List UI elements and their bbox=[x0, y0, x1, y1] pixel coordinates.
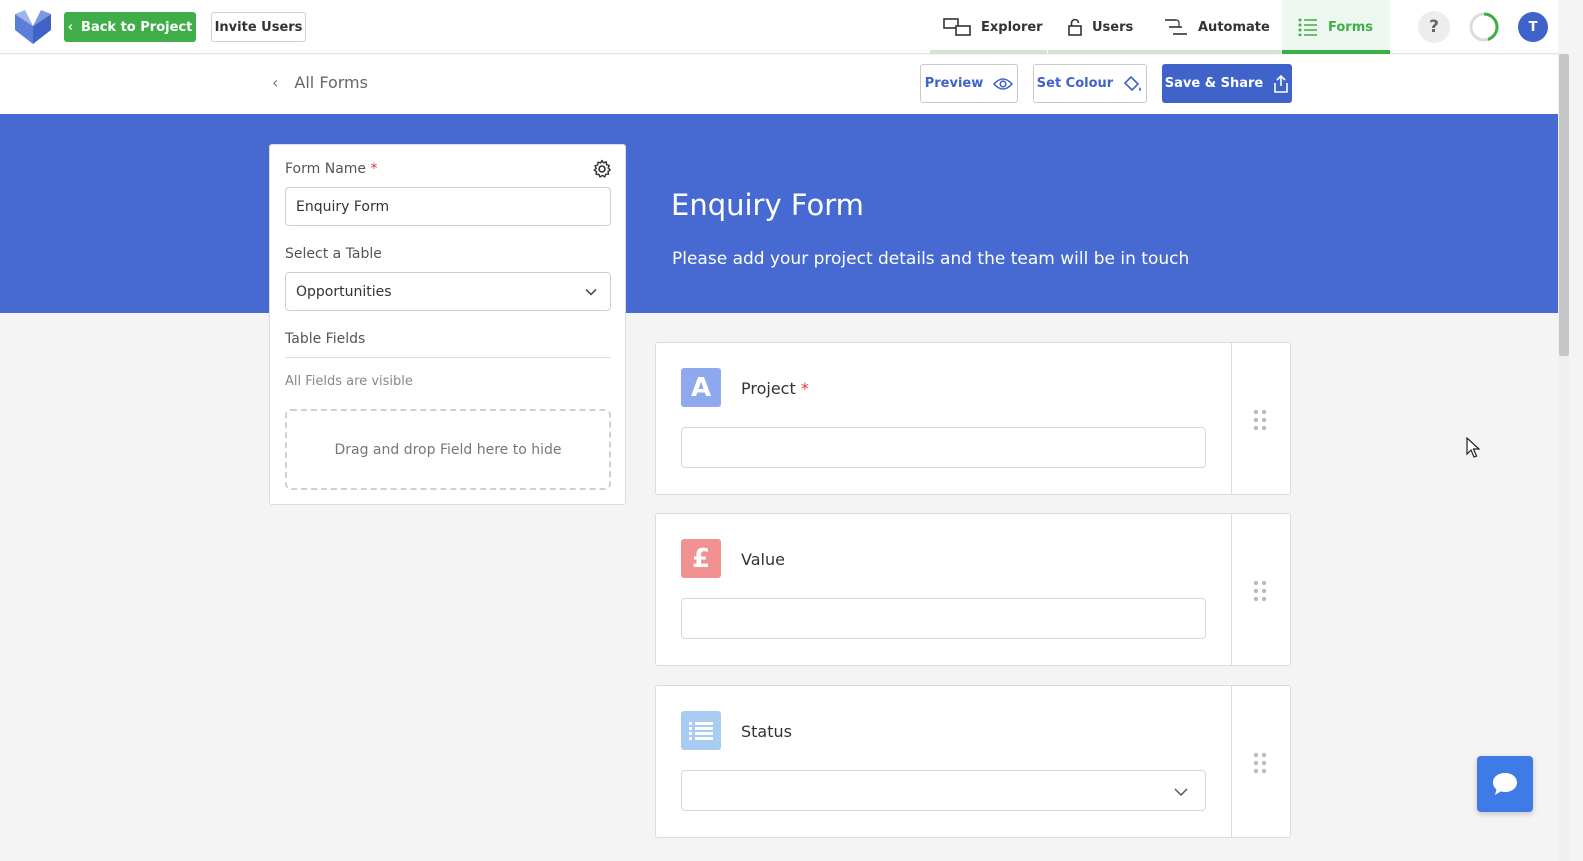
lock-icon bbox=[1068, 18, 1082, 36]
mouse-cursor-icon bbox=[1466, 437, 1480, 458]
paint-bucket-icon bbox=[1124, 75, 1142, 91]
tab-forms-underline bbox=[1282, 50, 1390, 54]
field-card-value[interactable]: £ Value bbox=[655, 513, 1291, 666]
save-share-button[interactable]: Save & Share bbox=[1162, 64, 1292, 103]
form-name-label-text: Form Name bbox=[285, 161, 367, 177]
hide-field-dropzone[interactable]: Drag and drop Field here to hide bbox=[285, 409, 611, 490]
status-select[interactable] bbox=[681, 770, 1206, 811]
chat-bubble-icon bbox=[1493, 773, 1517, 795]
field-card-status[interactable]: Status bbox=[655, 685, 1291, 838]
forms-icon bbox=[1298, 18, 1317, 36]
chat-widget-button[interactable] bbox=[1477, 756, 1533, 812]
field-card-project[interactable]: A Project * bbox=[655, 342, 1291, 495]
tab-automate[interactable]: Automate bbox=[1148, 0, 1281, 54]
explorer-icon bbox=[943, 18, 971, 36]
form-header-banner: Enquiry Form Please add your project det… bbox=[0, 114, 1558, 313]
table-select[interactable]: Opportunities bbox=[285, 272, 611, 311]
progress-ring-icon[interactable] bbox=[1468, 11, 1500, 43]
tab-explorer-underline bbox=[930, 50, 1047, 54]
tab-automate-label: Automate bbox=[1198, 19, 1270, 35]
table-fields-label: Table Fields bbox=[285, 331, 366, 347]
gear-icon[interactable] bbox=[592, 159, 612, 179]
help-button[interactable]: ? bbox=[1418, 11, 1450, 43]
select-table-label: Select a Table bbox=[285, 246, 382, 262]
form-name-input[interactable]: Enquiry Form bbox=[285, 187, 611, 226]
form-description[interactable]: Please add your project details and the … bbox=[672, 249, 1189, 269]
tab-automate-underline bbox=[1148, 50, 1281, 54]
card-divider bbox=[1231, 343, 1232, 494]
field-label-value: Value bbox=[741, 550, 785, 569]
automate-icon bbox=[1165, 19, 1187, 35]
table-select-value: Opportunities bbox=[296, 283, 392, 300]
back-to-project-button[interactable]: ‹ Back to Project bbox=[64, 12, 196, 42]
tab-explorer-label: Explorer bbox=[981, 19, 1043, 35]
chevron-left-icon: ‹ bbox=[67, 19, 74, 35]
app-logo[interactable] bbox=[15, 10, 51, 44]
fields-visible-note: All Fields are visible bbox=[285, 374, 413, 389]
field-label-value-text: Value bbox=[741, 550, 785, 569]
set-colour-label: Set Colour bbox=[1036, 76, 1114, 91]
field-label-status: Status bbox=[741, 722, 792, 741]
form-title[interactable]: Enquiry Form bbox=[671, 188, 864, 222]
tab-forms-label: Forms bbox=[1328, 19, 1373, 35]
page-scrollbar-thumb[interactable] bbox=[1559, 54, 1569, 356]
required-mark: * bbox=[800, 379, 809, 398]
share-icon bbox=[1274, 74, 1289, 93]
text-field-icon: A bbox=[681, 368, 721, 407]
field-label-status-text: Status bbox=[741, 722, 792, 741]
form-name-label: Form Name * bbox=[285, 161, 377, 177]
tab-users-underline bbox=[1048, 50, 1148, 54]
preview-label: Preview bbox=[924, 76, 984, 91]
tab-users[interactable]: Users bbox=[1048, 0, 1148, 54]
all-forms-label: All Forms bbox=[294, 73, 368, 92]
tab-explorer[interactable]: Explorer bbox=[930, 0, 1047, 54]
card-divider bbox=[1231, 686, 1232, 837]
field-label-project-text: Project bbox=[741, 379, 796, 398]
all-forms-link[interactable]: ‹ All Forms bbox=[272, 73, 368, 92]
top-navbar: ‹ Back to Project Invite Users Explorer … bbox=[0, 0, 1558, 54]
value-input[interactable] bbox=[681, 598, 1206, 639]
panel-divider bbox=[285, 357, 611, 358]
invite-users-button[interactable]: Invite Users bbox=[211, 12, 306, 42]
chevron-left-icon: ‹ bbox=[272, 73, 279, 92]
save-share-label: Save & Share bbox=[1164, 76, 1264, 91]
list-field-icon bbox=[681, 711, 721, 750]
card-divider bbox=[1231, 514, 1232, 665]
set-colour-button[interactable]: Set Colour bbox=[1033, 64, 1147, 103]
field-label-project: Project * bbox=[741, 379, 809, 398]
tab-users-label: Users bbox=[1092, 19, 1134, 35]
currency-field-icon: £ bbox=[681, 539, 721, 578]
drag-handle-icon[interactable] bbox=[1253, 580, 1267, 602]
form-settings-panel: Form Name * Enquiry Form Select a Table … bbox=[269, 144, 626, 505]
required-mark: * bbox=[370, 161, 378, 177]
project-input[interactable] bbox=[681, 427, 1206, 468]
tab-forms[interactable]: Forms bbox=[1282, 0, 1390, 54]
drag-handle-icon[interactable] bbox=[1253, 409, 1267, 431]
list-icon bbox=[689, 721, 713, 740]
user-avatar[interactable]: T bbox=[1518, 12, 1548, 42]
chevron-down-icon bbox=[585, 288, 597, 296]
eye-icon bbox=[993, 77, 1014, 90]
back-to-project-label: Back to Project bbox=[81, 19, 193, 35]
form-toolbar: ‹ All Forms Preview Set Colour Save & Sh… bbox=[0, 55, 1558, 114]
chevron-down-icon bbox=[1174, 788, 1188, 797]
preview-button[interactable]: Preview bbox=[920, 64, 1018, 103]
drag-handle-icon[interactable] bbox=[1253, 752, 1267, 774]
